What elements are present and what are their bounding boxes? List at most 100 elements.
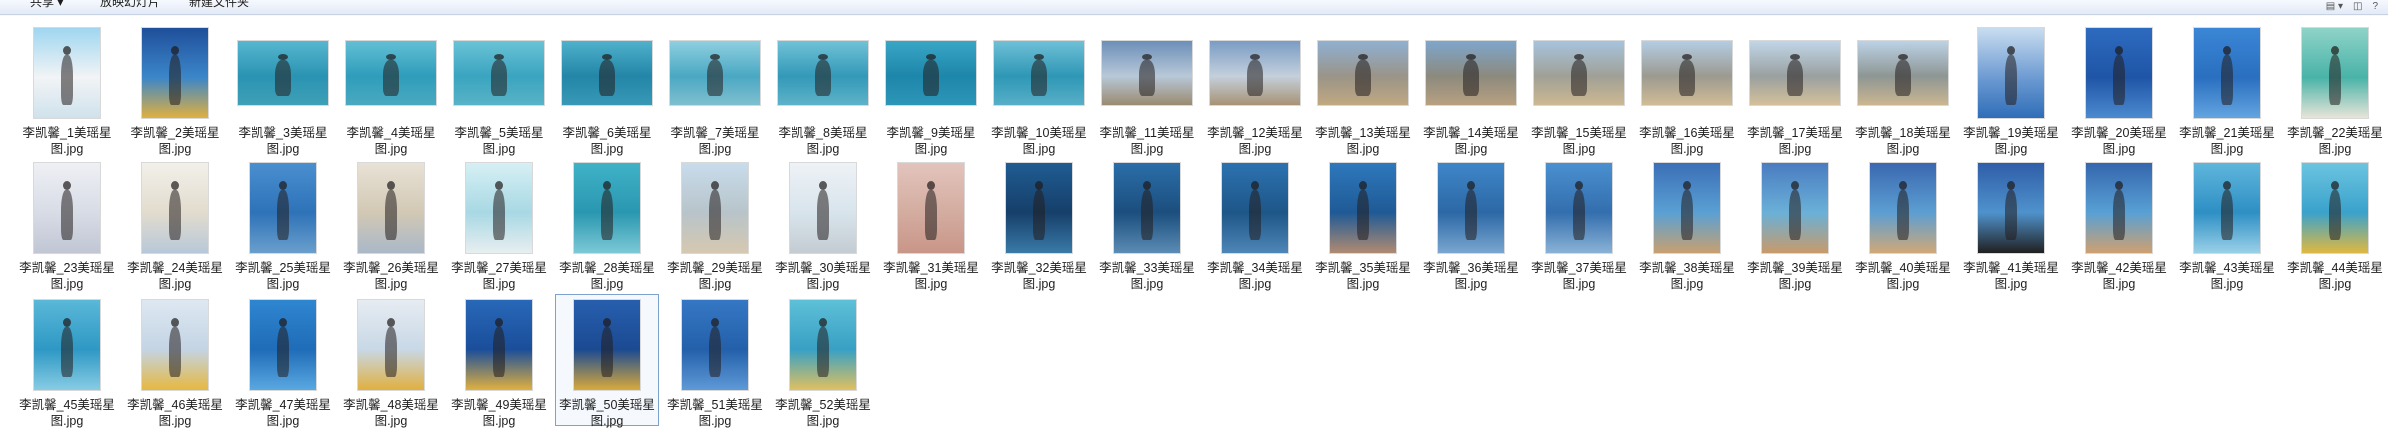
file-item[interactable]: 李凯馨_37美瑶星 图.jpg [1527, 157, 1631, 291]
file-item[interactable]: 李凯馨_48美瑶星 图.jpg [339, 294, 443, 428]
photo-image [573, 162, 641, 254]
photo-image [357, 299, 425, 391]
file-thumbnail [664, 295, 766, 395]
view-options-icon[interactable]: ▤ ▾ [2326, 0, 2343, 14]
file-item[interactable]: 李凯馨_19美瑶星 图.jpg [1959, 22, 2063, 156]
photo-image [777, 40, 869, 106]
file-item[interactable]: 李凯馨_44美瑶星 图.jpg [2283, 157, 2387, 291]
file-name-label: 李凯馨_19美瑶星 图.jpg [1963, 126, 2059, 156]
file-item[interactable]: 李凯馨_7美瑶星 图.jpg [663, 22, 767, 156]
file-thumbnail [124, 158, 226, 258]
file-item[interactable]: 李凯馨_42美瑶星 图.jpg [2067, 157, 2171, 291]
file-item[interactable]: 李凯馨_6美瑶星 图.jpg [555, 22, 659, 156]
file-name-label: 李凯馨_25美瑶星 图.jpg [235, 261, 331, 291]
file-item[interactable]: 李凯馨_15美瑶星 图.jpg [1527, 22, 1631, 156]
photo-image [1317, 40, 1409, 106]
file-item[interactable]: 李凯馨_21美瑶星 图.jpg [2175, 22, 2279, 156]
photo-image [237, 40, 329, 106]
file-name-label: 李凯馨_9美瑶星 图.jpg [886, 126, 976, 156]
file-name-label: 李凯馨_36美瑶星 图.jpg [1423, 261, 1519, 291]
help-icon[interactable]: ? [2372, 0, 2378, 14]
file-thumbnail [664, 23, 766, 123]
file-item[interactable]: 李凯馨_25美瑶星 图.jpg [231, 157, 335, 291]
file-thumbnail [1636, 23, 1738, 123]
photo-image [789, 162, 857, 254]
file-thumbnail [448, 23, 550, 123]
photo-image [453, 40, 545, 106]
file-name-label: 李凯馨_20美瑶星 图.jpg [2071, 126, 2167, 156]
preview-pane-icon[interactable]: ◫ [2353, 0, 2362, 14]
file-item[interactable]: 李凯馨_50美瑶星 图.jpg [555, 294, 659, 428]
file-item[interactable]: 李凯馨_8美瑶星 图.jpg [771, 22, 875, 156]
file-item[interactable]: 李凯馨_11美瑶星 图.jpg [1095, 22, 1199, 156]
file-item[interactable]: 李凯馨_32美瑶星 图.jpg [987, 157, 1091, 291]
file-thumbnail [1852, 23, 1954, 123]
file-thumbnail [1960, 23, 2062, 123]
file-item[interactable]: 李凯馨_33美瑶星 图.jpg [1095, 157, 1199, 291]
file-item[interactable]: 李凯馨_45美瑶星 图.jpg [15, 294, 119, 428]
photo-image [681, 299, 749, 391]
file-item[interactable]: 李凯馨_28美瑶星 图.jpg [555, 157, 659, 291]
file-item[interactable]: 李凯馨_34美瑶星 图.jpg [1203, 157, 1307, 291]
file-name-label: 李凯馨_43美瑶星 图.jpg [2179, 261, 2275, 291]
file-item[interactable]: 李凯馨_16美瑶星 图.jpg [1635, 22, 1739, 156]
file-name-label: 李凯馨_33美瑶星 图.jpg [1099, 261, 1195, 291]
file-name-label: 李凯馨_30美瑶星 图.jpg [775, 261, 871, 291]
file-item[interactable]: 李凯馨_38美瑶星 图.jpg [1635, 157, 1739, 291]
file-item[interactable]: 李凯馨_39美瑶星 图.jpg [1743, 157, 1847, 291]
file-item[interactable]: 李凯馨_18美瑶星 图.jpg [1851, 22, 1955, 156]
photo-image [561, 40, 653, 106]
file-item[interactable]: 李凯馨_40美瑶星 图.jpg [1851, 157, 1955, 291]
photo-image [33, 27, 101, 119]
file-name-label: 李凯馨_15美瑶星 图.jpg [1531, 126, 1627, 156]
slideshow-button[interactable]: 放映幻灯片 [100, 0, 160, 9]
photo-image [1857, 40, 1949, 106]
photo-image [465, 299, 533, 391]
photo-image [33, 299, 101, 391]
file-name-label: 李凯馨_21美瑶星 图.jpg [2179, 126, 2275, 156]
file-item[interactable]: 李凯馨_14美瑶星 图.jpg [1419, 22, 1523, 156]
share-menu-button[interactable]: 共享 ▾ [30, 0, 63, 9]
file-item[interactable]: 李凯馨_31美瑶星 图.jpg [879, 157, 983, 291]
file-thumbnail [1744, 23, 1846, 123]
file-item[interactable]: 李凯馨_3美瑶星 图.jpg [231, 22, 335, 156]
file-item[interactable]: 李凯馨_47美瑶星 图.jpg [231, 294, 335, 428]
file-item[interactable]: 李凯馨_49美瑶星 图.jpg [447, 294, 551, 428]
file-item[interactable]: 李凯馨_1美瑶星 图.jpg [15, 22, 119, 156]
photo-image [1437, 162, 1505, 254]
file-item[interactable]: 李凯馨_27美瑶星 图.jpg [447, 157, 551, 291]
file-thumbnail [772, 23, 874, 123]
file-item[interactable]: 李凯馨_41美瑶星 图.jpg [1959, 157, 2063, 291]
file-item[interactable]: 李凯馨_12美瑶星 图.jpg [1203, 22, 1307, 156]
file-item[interactable]: 李凯馨_13美瑶星 图.jpg [1311, 22, 1415, 156]
file-item[interactable]: 李凯馨_4美瑶星 图.jpg [339, 22, 443, 156]
file-thumbnail [1420, 23, 1522, 123]
file-name-label: 李凯馨_10美瑶星 图.jpg [991, 126, 1087, 156]
file-item[interactable]: 李凯馨_23美瑶星 图.jpg [15, 157, 119, 291]
file-item[interactable]: 李凯馨_10美瑶星 图.jpg [987, 22, 1091, 156]
file-item[interactable]: 李凯馨_2美瑶星 图.jpg [123, 22, 227, 156]
file-name-label: 李凯馨_48美瑶星 图.jpg [343, 398, 439, 428]
file-item[interactable]: 李凯馨_20美瑶星 图.jpg [2067, 22, 2171, 156]
file-item[interactable]: 李凯馨_30美瑶星 图.jpg [771, 157, 875, 291]
file-item[interactable]: 李凯馨_51美瑶星 图.jpg [663, 294, 767, 428]
file-thumbnail [232, 295, 334, 395]
file-item[interactable]: 李凯馨_9美瑶星 图.jpg [879, 22, 983, 156]
photo-image [1005, 162, 1073, 254]
file-item[interactable]: 李凯馨_43美瑶星 图.jpg [2175, 157, 2279, 291]
file-item[interactable]: 李凯馨_46美瑶星 图.jpg [123, 294, 227, 428]
new-folder-button[interactable]: 新建文件夹 [189, 0, 249, 9]
file-item[interactable]: 李凯馨_29美瑶星 图.jpg [663, 157, 767, 291]
file-item[interactable]: 李凯馨_5美瑶星 图.jpg [447, 22, 551, 156]
file-item[interactable]: 李凯馨_36美瑶星 图.jpg [1419, 157, 1523, 291]
file-item[interactable]: 李凯馨_17美瑶星 图.jpg [1743, 22, 1847, 156]
file-item[interactable]: 李凯馨_26美瑶星 图.jpg [339, 157, 443, 291]
file-name-label: 李凯馨_35美瑶星 图.jpg [1315, 261, 1411, 291]
photo-image [1761, 162, 1829, 254]
file-item[interactable]: 李凯馨_24美瑶星 图.jpg [123, 157, 227, 291]
file-name-label: 李凯馨_51美瑶星 图.jpg [667, 398, 763, 428]
file-item[interactable]: 李凯馨_52美瑶星 图.jpg [771, 294, 875, 428]
file-item[interactable]: 李凯馨_22美瑶星 图.jpg [2283, 22, 2387, 156]
photo-image [465, 162, 533, 254]
file-item[interactable]: 李凯馨_35美瑶星 图.jpg [1311, 157, 1415, 291]
